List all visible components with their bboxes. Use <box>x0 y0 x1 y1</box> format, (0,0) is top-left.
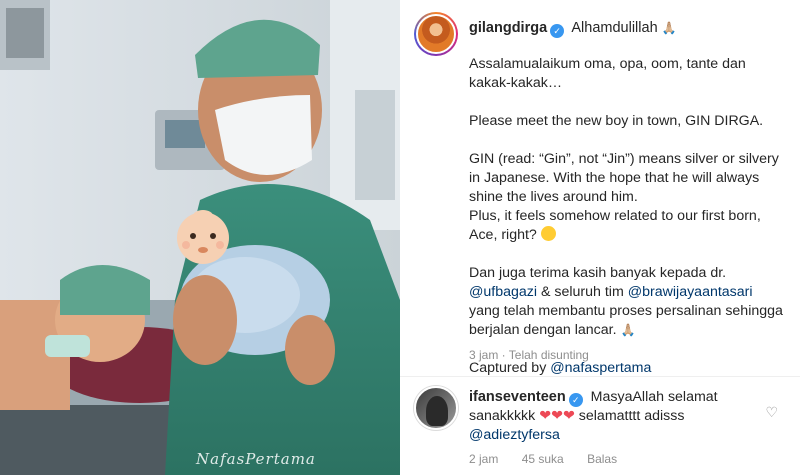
comment-likes[interactable]: 45 suka <box>522 452 564 466</box>
post-photo[interactable]: NafasPertama <box>0 0 400 475</box>
divider <box>400 376 800 377</box>
caption-paragraph: Please meet the new boy in town, GIN DIR… <box>469 113 764 129</box>
caption-text: GIN (read: “Gin”, not “Jin”) means silve… <box>469 151 779 205</box>
mention-link[interactable]: @nafaspertama <box>550 360 651 376</box>
mention-link[interactable]: @adieztyfersa <box>469 427 560 443</box>
commenter-username[interactable]: ifanseventeen <box>469 389 566 405</box>
caption-paragraph: GIN (read: “Gin”, not “Jin”) means silve… <box>469 150 787 245</box>
commenter-avatar[interactable] <box>414 386 458 430</box>
reply-button[interactable]: Balas <box>587 452 617 466</box>
caption-text: Plus, it feels somehow related to our fi… <box>469 208 761 243</box>
post-caption: Assalamualaikum oma, opa, oom, tante dan… <box>469 55 787 397</box>
verified-badge-icon: ✓ <box>568 393 583 407</box>
caption-text: & seluruh tim <box>537 284 628 300</box>
comment-text: ifanseventeen ✓ MasyaAllah selamat sanakk… <box>469 388 759 445</box>
pray-emoji-icon: 🙏🏼 <box>620 323 636 337</box>
like-heart-icon[interactable]: ♡ <box>765 404 778 421</box>
author-avatar[interactable] <box>414 12 458 56</box>
caption-first-text: Alhamdulillah <box>571 20 658 36</box>
comment-item: ifanseventeen ✓ MasyaAllah selamat sanakk… <box>414 386 794 475</box>
mention-link[interactable]: @brawijayaantasari <box>628 284 753 300</box>
caption-paragraph: Assalamualaikum oma, opa, oom, tante dan… <box>469 56 746 91</box>
caption-text: Dan juga terima kasih banyak kepada dr. <box>469 265 727 281</box>
winking-face-emoji-icon <box>540 226 556 241</box>
caption-first-line: gilangdirga ✓ Alhamdulillah 🙏🏼 <box>469 20 677 38</box>
mention-link[interactable]: @ufbagazi <box>469 284 537 300</box>
hospital-scene-illustration <box>0 0 400 475</box>
post-timestamp[interactable]: 3 jam · Telah disunting <box>469 348 589 362</box>
post-header: gilangdirga ✓ Alhamdulillah 🙏🏼 <box>414 12 790 56</box>
red-heart-emoji-icon: ❤❤❤ <box>539 408 575 424</box>
comment-meta: 2 jam 45 suka Balas <box>469 452 637 466</box>
comment-time[interactable]: 2 jam <box>469 452 498 466</box>
pray-emoji-icon: 🙏🏼 <box>661 21 677 35</box>
verified-badge-icon: ✓ <box>550 24 565 38</box>
photo-watermark: NafasPertama <box>196 450 316 468</box>
author-username[interactable]: gilangdirga <box>469 20 547 36</box>
caption-text: Captured by <box>469 360 551 376</box>
comment-body: selamatttt adisss <box>574 408 685 424</box>
caption-paragraph: Dan juga terima kasih banyak kepada dr. … <box>469 264 787 340</box>
